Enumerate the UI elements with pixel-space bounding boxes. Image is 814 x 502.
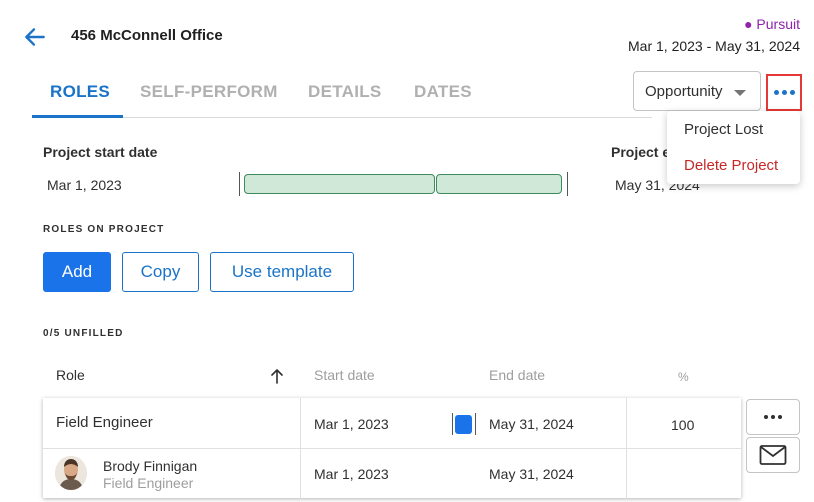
role-percent[interactable]: 100	[671, 417, 694, 433]
project-actions-menu: Project Lost Delete Project	[667, 111, 800, 184]
tab-roles[interactable]: ROLES	[50, 82, 110, 102]
more-options-button[interactable]	[766, 74, 802, 111]
project-start-value: Mar 1, 2023	[47, 177, 122, 193]
handle-line	[475, 413, 476, 435]
caret-down-icon	[734, 90, 746, 96]
column-divider	[300, 398, 301, 448]
sort-ascending-icon[interactable]	[269, 367, 285, 385]
copy-button[interactable]: Copy	[122, 252, 199, 292]
row-more-button[interactable]	[746, 399, 800, 435]
tab-self-perform[interactable]: SELF-PERFORM	[140, 82, 278, 102]
assignee-start-date[interactable]: Mar 1, 2023	[314, 466, 389, 482]
tab-dates[interactable]: DATES	[414, 82, 472, 102]
more-dot	[773, 90, 779, 95]
assignee-name[interactable]: Brody Finnigan	[103, 458, 197, 474]
mail-icon	[759, 445, 787, 465]
timeline-start-tick	[239, 172, 240, 196]
date-range-handle[interactable]	[452, 413, 476, 435]
stage-select[interactable]: Opportunity	[633, 71, 761, 111]
project-date-range: Mar 1, 2023 - May 31, 2024	[628, 38, 800, 54]
more-horizontal-icon	[764, 415, 782, 419]
table-row[interactable]: Brody Finnigan Field Engineer Mar 1, 202…	[43, 448, 741, 499]
status-badge: ● Pursuit	[744, 16, 800, 32]
menu-item-delete-project[interactable]: Delete Project	[684, 157, 778, 174]
handle-knob[interactable]	[455, 415, 472, 434]
tab-details[interactable]: DETAILS	[308, 82, 382, 102]
stage-select-value: Opportunity	[645, 83, 723, 100]
column-divider	[626, 398, 627, 448]
timeline-segment[interactable]	[244, 174, 435, 194]
timeline-end-tick	[567, 172, 568, 196]
roles-section-title: ROLES ON PROJECT	[43, 224, 165, 235]
role-start-date[interactable]: Mar 1, 2023	[314, 416, 389, 432]
send-message-button[interactable]	[746, 437, 800, 473]
use-template-button[interactable]: Use template	[210, 252, 354, 292]
assignee-end-date[interactable]: May 31, 2024	[489, 466, 574, 482]
role-end-date[interactable]: May 31, 2024	[489, 416, 574, 432]
column-header-start-date[interactable]: Start date	[314, 367, 375, 383]
project-start-label: Project start date	[43, 144, 158, 160]
project-title: 456 McConnell Office	[71, 27, 223, 44]
roles-table: Field Engineer Mar 1, 2023 May 31, 2024 …	[43, 398, 741, 499]
project-end-label: Project e	[611, 144, 671, 160]
table-row[interactable]: Field Engineer Mar 1, 2023 May 31, 2024 …	[43, 398, 741, 448]
project-timeline	[239, 172, 569, 196]
active-tab-indicator	[32, 115, 123, 118]
more-dot	[781, 90, 787, 95]
handle-line	[452, 413, 453, 435]
column-header-percent[interactable]: %	[678, 370, 689, 384]
add-role-button[interactable]: Add	[43, 252, 111, 292]
assignee-role: Field Engineer	[103, 475, 194, 491]
column-divider	[626, 449, 627, 499]
timeline-segment[interactable]	[436, 174, 562, 194]
person-photo-icon	[55, 456, 87, 490]
column-header-end-date[interactable]: End date	[489, 367, 545, 383]
role-name: Field Engineer	[56, 414, 153, 431]
more-dot	[789, 90, 795, 95]
back-arrow-icon[interactable]	[22, 24, 48, 50]
column-header-role[interactable]: Role	[56, 367, 85, 383]
column-divider	[300, 449, 301, 499]
unfilled-count: 0/5 UNFILLED	[43, 328, 124, 339]
menu-item-project-lost[interactable]: Project Lost	[684, 121, 763, 138]
tab-bar: ROLES SELF-PERFORM DETAILS DATES	[32, 72, 652, 118]
avatar	[55, 456, 87, 490]
